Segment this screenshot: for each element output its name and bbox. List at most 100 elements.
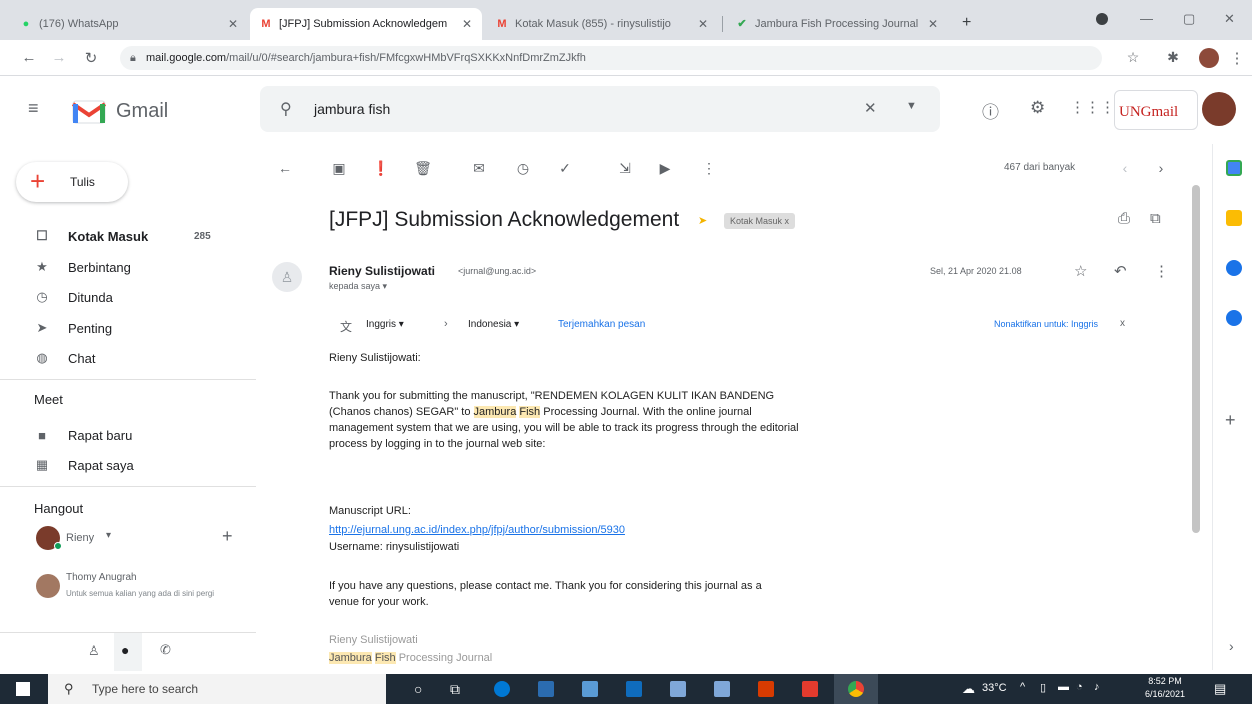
app-icon-2[interactable] <box>714 681 730 697</box>
person-icon[interactable]: ♙ <box>88 643 100 659</box>
snooze-icon[interactable]: ◷ <box>514 160 532 177</box>
phone-icon[interactable]: ✆ <box>160 642 171 658</box>
important-marker-icon[interactable]: ➤ <box>698 214 707 227</box>
organization-logo[interactable]: UNGmail <box>1114 90 1198 130</box>
archive-icon[interactable]: ▣ <box>330 160 348 177</box>
address-bar[interactable]: 🔒︎ mail.google.com/mail/u/0/#search/jamb… <box>120 46 1102 70</box>
clock-time[interactable]: 8:52 PM <box>1142 676 1188 686</box>
close-tab-icon[interactable]: ✕ <box>928 17 938 31</box>
back-to-list-icon[interactable]: ← <box>276 160 294 176</box>
taskbar-search-box[interactable]: ⚲ Type here to search <box>48 674 386 704</box>
task-view-icon[interactable]: ⧉ <box>450 681 460 698</box>
battery-icon[interactable]: ▬ <box>1058 681 1069 693</box>
search-icon[interactable]: ⚲ <box>280 99 292 119</box>
keep-app-icon[interactable] <box>1226 210 1242 226</box>
main-menu-icon[interactable]: ≡ <box>28 98 39 119</box>
gmail-logo-icon[interactable] <box>72 100 106 124</box>
volume-icon[interactable]: ♪ <box>1094 681 1100 693</box>
tasks-app-icon[interactable] <box>1226 260 1242 276</box>
close-tab-icon[interactable]: ✕ <box>228 17 238 31</box>
back-icon[interactable]: ← <box>20 49 38 66</box>
star-message-icon[interactable]: ☆ <box>1074 262 1087 280</box>
close-tab-icon[interactable]: ✕ <box>462 17 472 31</box>
minimize-icon[interactable]: — <box>1140 11 1153 26</box>
search-box[interactable]: ⚲ jambura fish ✕ ▼ <box>260 86 940 132</box>
manuscript-url-link[interactable]: http://ejurnal.ung.ac.id/index.php/jfpj/… <box>329 522 849 538</box>
chat-bubble-icon[interactable]: ● <box>121 642 129 658</box>
expand-panel-icon[interactable]: › <box>1229 638 1234 654</box>
sender-avatar[interactable]: ♙ <box>272 262 302 292</box>
edge-icon[interactable] <box>494 681 510 697</box>
network-icon[interactable]: ▯ <box>1040 681 1046 694</box>
tab-kotak-masuk[interactable]: M Kotak Masuk (855) - rinysulistijo ✕ <box>486 8 718 40</box>
reload-icon[interactable]: ↻ <box>82 49 100 67</box>
sidebar-item-penting[interactable]: ➤ Penting <box>0 314 240 342</box>
contact-avatar[interactable] <box>36 574 60 598</box>
new-tab-button[interactable]: + <box>962 14 971 32</box>
maximize-icon[interactable]: ▢ <box>1183 11 1195 27</box>
chrome-taskbar-item[interactable] <box>834 674 878 704</box>
windows-start-icon[interactable] <box>16 682 30 696</box>
store-icon[interactable] <box>582 681 598 697</box>
meet-my-meetings[interactable]: ▦ Rapat saya <box>0 451 240 479</box>
profile-dot-icon[interactable] <box>1096 13 1108 25</box>
search-options-icon[interactable]: ▼ <box>906 100 917 112</box>
app-icon-1[interactable] <box>670 681 686 697</box>
sidebar-item-kotak-masuk[interactable]: ☐ Kotak Masuk 285 <box>0 222 240 250</box>
search-input[interactable]: jambura fish <box>314 101 390 117</box>
contact-name[interactable]: Thomy Anugrah <box>66 572 137 583</box>
contacts-app-icon[interactable] <box>1226 310 1242 326</box>
more-options-icon[interactable]: ⋮ <box>700 160 718 177</box>
calendar-app-icon[interactable] <box>1226 160 1242 176</box>
help-icon[interactable]: ⓘ <box>982 98 999 123</box>
forward-icon[interactable]: → <box>50 49 68 66</box>
recipient-line[interactable]: kepada saya ▾ <box>329 281 387 292</box>
meet-new-meeting[interactable]: ■ Rapat baru <box>0 421 240 449</box>
newer-icon[interactable]: ‹ <box>1116 160 1134 176</box>
add-contact-icon[interactable]: + <box>222 526 233 547</box>
extensions-icon[interactable]: ✱ <box>1164 49 1182 66</box>
translate-to-select[interactable]: Indonesia ▾ <box>468 319 519 330</box>
mark-unread-icon[interactable]: ✉ <box>470 160 488 177</box>
disable-translation-link[interactable]: Nonaktifkan untuk: Inggris <box>994 319 1098 329</box>
wifi-icon[interactable]: ◔ <box>1076 681 1083 693</box>
close-tab-icon[interactable]: ✕ <box>698 17 708 31</box>
browser-avatar[interactable] <box>1199 48 1219 68</box>
remove-label-icon[interactable]: x <box>785 216 790 226</box>
bookmark-star-icon[interactable]: ☆ <box>1124 49 1142 66</box>
clear-search-icon[interactable]: ✕ <box>864 99 877 117</box>
sender-name[interactable]: Rieny Sulistijowati <box>329 264 435 278</box>
open-new-window-icon[interactable]: ⧉ <box>1150 210 1161 227</box>
cortana-icon[interactable]: ○ <box>414 681 422 697</box>
file-explorer-icon[interactable] <box>538 681 554 697</box>
hangout-user-dropdown-icon[interactable]: ▾ <box>106 530 111 541</box>
tab-jambura-journal[interactable]: ✔ Jambura Fish Processing Journal ✕ <box>726 8 948 40</box>
add-task-icon[interactable]: ✓ <box>556 160 574 177</box>
add-addon-icon[interactable]: + <box>1225 410 1236 431</box>
sidebar-item-ditunda[interactable]: ◷ Ditunda <box>0 283 240 311</box>
close-translate-icon[interactable]: x <box>1120 318 1125 329</box>
tray-chevron-icon[interactable]: ^ <box>1020 681 1025 693</box>
mail-icon[interactable] <box>626 681 642 697</box>
settings-gear-icon[interactable]: ⚙ <box>1030 98 1045 118</box>
older-icon[interactable]: › <box>1152 160 1170 176</box>
sidebar-item-chat[interactable]: ◍ Chat <box>0 344 240 372</box>
weather-temp[interactable]: 33°C <box>982 682 1007 694</box>
account-avatar[interactable] <box>1202 92 1236 126</box>
print-icon[interactable]: ⎙ <box>1118 210 1130 227</box>
close-window-icon[interactable]: ✕ <box>1224 11 1235 27</box>
report-spam-icon[interactable]: ❗ <box>372 160 390 177</box>
label-icon[interactable]: ▶ <box>656 160 674 177</box>
message-scrollbar[interactable] <box>1192 185 1200 533</box>
translate-message-link[interactable]: Terjemahkan pesan <box>558 319 645 330</box>
tab-whatsapp[interactable]: ● (176) WhatsApp ✕ <box>10 8 248 40</box>
label-chip[interactable]: Kotak Masuk x <box>724 213 796 229</box>
app-icon-3[interactable] <box>802 681 818 697</box>
reply-icon[interactable]: ↶ <box>1114 262 1127 280</box>
office-icon[interactable] <box>758 681 774 697</box>
notification-center-icon[interactable]: ▤ <box>1214 681 1226 697</box>
tab-submission-ack[interactable]: M [JFPJ] Submission Acknowledgem ✕ <box>250 8 482 40</box>
browser-menu-icon[interactable]: ⋮ <box>1228 49 1246 67</box>
sidebar-item-berbintang[interactable]: ★ Berbintang <box>0 253 240 281</box>
compose-button[interactable]: + Tulis <box>16 162 128 202</box>
